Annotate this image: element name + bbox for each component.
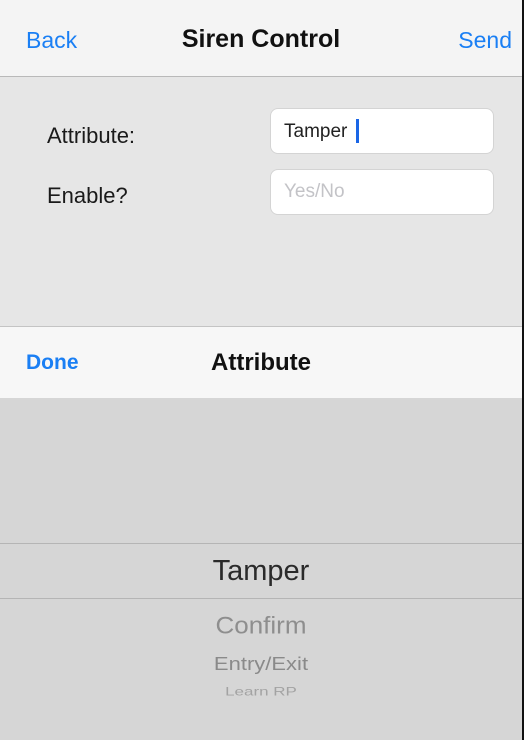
picker-option[interactable]: Confirm <box>0 611 522 640</box>
attribute-field-value: Tamper <box>284 121 348 142</box>
attribute-field-wrapper: Tamper <box>270 108 494 154</box>
attribute-label: Attribute: <box>47 123 136 148</box>
picker-toolbar: Done Attribute <box>0 326 522 399</box>
text-cursor <box>356 119 359 143</box>
send-button[interactable]: Send <box>458 27 512 54</box>
picker-title: Attribute <box>211 349 311 376</box>
picker-selection-top-line <box>0 543 522 544</box>
picker-option-selected[interactable]: Tamper <box>0 555 522 588</box>
siren-control-screen: Back Siren Control Send Attribute: Tampe… <box>0 0 524 740</box>
attribute-field[interactable]: Tamper <box>270 108 494 154</box>
navigation-bar: Back Siren Control Send <box>0 0 522 77</box>
picker-option[interactable]: Learn RP <box>0 685 522 699</box>
picker-selection-bottom-line <box>0 598 522 599</box>
form-area: Attribute: Tamper Enable? <box>0 77 522 325</box>
attribute-picker[interactable]: Tamper Confirm Entry/Exit Learn RP <box>0 398 522 740</box>
picker-option[interactable]: Entry/Exit <box>0 653 522 675</box>
page-title: Siren Control <box>181 25 341 53</box>
enable-label: Enable? <box>47 183 128 208</box>
enable-field[interactable] <box>270 169 494 215</box>
